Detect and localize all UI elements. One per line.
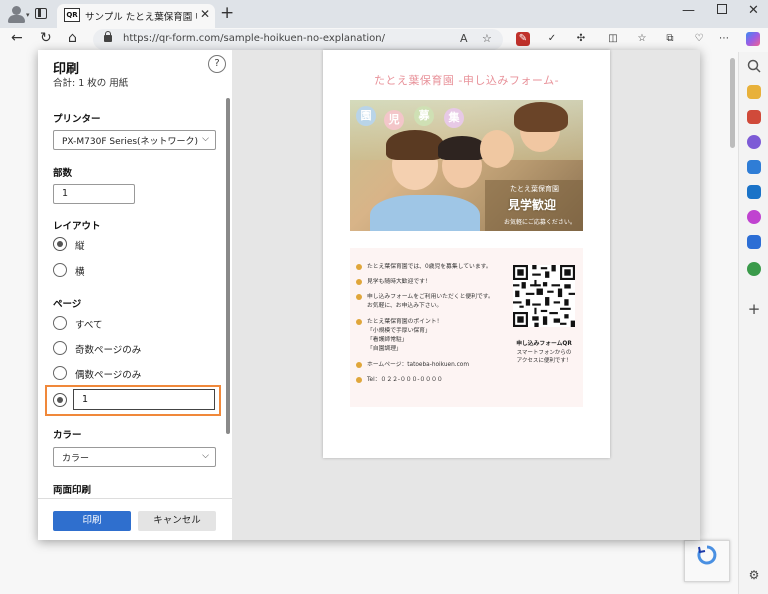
pages-all-label: すべて: [75, 320, 103, 331]
title-bar: ▾ QR サンプル たとえ葉保育園 申し込み ✕ + — ✕: [0, 0, 768, 28]
extension-color-icon[interactable]: ✓: [545, 32, 559, 46]
chevron-down-icon: ⌵: [202, 451, 209, 461]
tree-icon[interactable]: [747, 262, 761, 276]
photo-caption-small: たとえ葉保育園: [510, 185, 559, 193]
sidebar-settings-icon[interactable]: ⚙: [747, 568, 761, 582]
printer-select[interactable]: PX-M730F Series(ネットワーク) ⌵: [53, 130, 216, 150]
radio-icon: [53, 316, 67, 330]
url-text: https://qr-form.com/sample-hoikuen-no-ex…: [123, 33, 386, 44]
print-settings-panel: 印刷 合計: 1 枚の 用紙 ? プリンター PX-M730F Series(ネ…: [38, 50, 232, 540]
tag-icon[interactable]: [747, 85, 761, 99]
favorite-star-icon[interactable]: ☆: [482, 32, 492, 45]
minimize-icon[interactable]: —: [682, 3, 695, 18]
print-button[interactable]: 印刷: [53, 511, 131, 531]
recaptcha-badge[interactable]: [684, 540, 730, 582]
pages-label: ページ: [53, 299, 82, 310]
pages-odd-label: 奇数ページのみ: [75, 345, 142, 356]
profile-icon[interactable]: ▾: [6, 5, 30, 23]
games-icon[interactable]: [747, 135, 761, 149]
settings-more-icon[interactable]: ⋯: [717, 32, 731, 46]
color-select[interactable]: カラー ⌵: [53, 447, 216, 467]
layout-portrait-radio[interactable]: 縦: [53, 237, 213, 253]
pages-custom-radio[interactable]: [53, 393, 73, 409]
toolbox-icon[interactable]: [747, 110, 761, 124]
copilot-sidebar-icon[interactable]: [747, 210, 761, 224]
maximize-icon[interactable]: [717, 4, 727, 14]
search-icon[interactable]: [747, 58, 761, 73]
layout-landscape-label: 横: [75, 267, 85, 278]
printer-label: プリンター: [53, 114, 101, 125]
banner-photo: 園 児 募 集 たとえ葉保育園 見学歓迎 お気軽にご応募ください。: [350, 100, 583, 231]
navigation-bar: ← ↻ ⌂ https://qr-form.com/sample-hoikuen…: [0, 28, 768, 52]
sheet-count: 合計: 1 枚の 用紙: [53, 78, 129, 89]
duplex-label: 両面印刷: [53, 485, 92, 496]
sidebar-rail: + ⚙: [738, 52, 768, 594]
banner-char: 集: [444, 108, 464, 128]
radio-icon: [53, 366, 67, 380]
radio-icon: [53, 341, 67, 355]
home-icon[interactable]: ⌂: [68, 30, 77, 46]
chevron-down-icon: ⌵: [202, 134, 209, 144]
pages-odd-radio[interactable]: 奇数ページのみ: [53, 341, 213, 357]
collections-icon[interactable]: ⧉: [663, 32, 677, 46]
info-box: たとえ葉保育園では、0歳児を募集しています。 見学も随時大歓迎です！ 申し込みフ…: [350, 248, 583, 407]
help-icon[interactable]: ?: [208, 55, 226, 73]
layout-landscape-radio[interactable]: 横: [53, 263, 213, 279]
dialog-footer: 印刷 キャンセル: [38, 498, 232, 540]
radio-selected-icon: [53, 393, 67, 407]
microsoft365-icon[interactable]: [747, 160, 761, 174]
new-tab-icon[interactable]: +: [220, 3, 234, 23]
photo-caption-note: お気軽にご応募ください。: [504, 219, 576, 226]
refresh-icon[interactable]: ↻: [40, 30, 52, 46]
qr-label: 申し込みフォームQR: [516, 341, 572, 347]
banner-char: 募: [414, 106, 434, 126]
split-screen-icon[interactable]: ◫: [606, 32, 620, 46]
preview-title: たとえ葉保育園 -申し込みフォーム-: [373, 74, 560, 87]
radio-icon: [53, 263, 67, 277]
extension-pdf-icon[interactable]: ✎: [516, 32, 530, 46]
banner-char: 園: [356, 106, 376, 126]
banner-char: 児: [384, 110, 404, 130]
color-value: カラー: [62, 454, 90, 464]
photo-caption-large: 見学歓迎: [508, 198, 557, 212]
printer-value: PX-M730F Series(ネットワーク): [62, 137, 199, 147]
copilot-icon[interactable]: [746, 32, 760, 46]
browser-tab[interactable]: QR サンプル たとえ葉保育園 申し込み ✕: [57, 4, 215, 28]
copies-value: 1: [62, 188, 69, 199]
address-bar[interactable]: https://qr-form.com/sample-hoikuen-no-ex…: [93, 29, 503, 50]
cancel-button[interactable]: キャンセル: [138, 511, 216, 531]
custom-pages-input[interactable]: 1: [73, 389, 215, 410]
send-icon[interactable]: [747, 235, 761, 249]
radio-selected-icon: [53, 237, 67, 251]
tab-title: サンプル たとえ葉保育園 申し込み: [85, 12, 197, 23]
qr-description: スマートフォンからの アクセスに便利です！: [516, 350, 572, 364]
pages-all-radio[interactable]: すべて: [53, 316, 213, 332]
page-scrollbar[interactable]: [730, 58, 735, 148]
print-preview-page: たとえ葉保育園 -申し込みフォーム- 園 児 募 集 たとえ葉保育園 見学歓迎 …: [323, 50, 610, 458]
pages-even-label: 偶数ページのみ: [75, 370, 142, 381]
color-label: カラー: [53, 430, 82, 441]
lock-icon: [104, 31, 112, 42]
back-icon[interactable]: ←: [11, 30, 23, 46]
print-dialog: 印刷 合計: 1 枚の 用紙 ? プリンター PX-M730F Series(ネ…: [38, 50, 700, 540]
qr-code: [513, 265, 575, 327]
add-sidebar-icon[interactable]: +: [747, 302, 761, 317]
tab-actions-icon[interactable]: [35, 8, 47, 19]
pages-even-radio[interactable]: 偶数ページのみ: [53, 366, 213, 382]
outlook-icon[interactable]: [747, 185, 761, 199]
copies-label: 部数: [53, 168, 73, 179]
tab-close-icon[interactable]: ✕: [200, 7, 210, 21]
close-window-icon[interactable]: ✕: [748, 3, 759, 18]
extensions-puzzle-icon[interactable]: ✣: [574, 32, 588, 46]
layout-label: レイアウト: [53, 221, 101, 232]
copies-input[interactable]: 1: [53, 184, 135, 204]
browser-essentials-icon[interactable]: ♡: [692, 32, 706, 46]
panel-scrollbar[interactable]: [226, 98, 230, 434]
favorites-icon[interactable]: ☆: [635, 32, 649, 46]
read-aloud-icon[interactable]: A: [460, 32, 468, 45]
layout-portrait-label: 縦: [75, 241, 85, 252]
qr-favicon-icon: QR: [64, 8, 80, 22]
custom-pages-value: 1: [82, 394, 89, 405]
